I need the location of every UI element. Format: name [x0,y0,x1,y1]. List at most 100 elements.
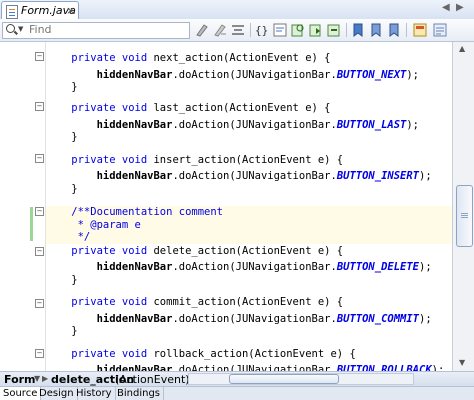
code-line[interactable]: } [46,274,452,287]
find-input[interactable] [25,23,189,36]
code-token: .doAction(JUNavigationBar. [172,119,337,131]
code-token: hiddenNavBar [96,313,173,325]
scroll-tabs-right-icon[interactable]: ▶ [456,2,464,13]
view-tabs: Source Design History Bindings [0,386,474,400]
vertical-scroll-thumb[interactable] [456,185,473,247]
scroll-up-icon[interactable]: ▲ [459,44,465,53]
code-token: BUTTON_COMMIT [336,313,419,325]
fold-toggle-icon[interactable]: − [35,349,44,358]
breadcrumb-class[interactable]: Form [4,373,36,386]
tab-form-java[interactable]: Form.java × [1,1,79,20]
code-token: } [46,183,78,195]
fold-toggle-icon[interactable]: − [35,247,44,256]
match-brace-icon[interactable]: {} [254,22,270,38]
close-icon[interactable]: × [66,4,75,17]
fold-toggle-icon[interactable]: − [35,52,44,61]
code-token: hiddenNavBar [96,119,173,131]
code-line[interactable]: } [46,131,452,144]
editor-tab-bar: Form.java × ◀ ▶ [0,0,474,20]
svg-text:{}: {} [255,24,268,37]
tab-bindings[interactable]: Bindings [114,387,164,400]
code-token: next_action(ActionEvent e) { [147,52,331,64]
find-selection-icon[interactable] [326,22,342,38]
horizontal-scrollbar[interactable] [188,373,414,385]
code-line[interactable]: private void insert_action(ActionEvent e… [46,154,452,167]
code-token: rollback_action(ActionEvent e) { [147,348,356,360]
comment-icon[interactable] [194,22,210,38]
code-token: private void [71,245,148,257]
code-token: * @param e [46,219,141,231]
bookmark-next-icon[interactable] [386,22,402,38]
code-token: hiddenNavBar [96,170,173,182]
fold-toggle-icon[interactable]: − [35,102,44,111]
toggle-highlight-icon[interactable] [272,22,288,38]
toolbar-separator [250,23,251,37]
chevron-down-icon[interactable]: ▼ [18,25,23,33]
fold-toggle-icon[interactable]: − [35,299,44,308]
code-line[interactable]: private void rollback_action(ActionEvent… [46,348,452,361]
bookmark-icon[interactable] [350,22,366,38]
code-token: BUTTON_LAST [336,119,407,131]
code-token: /**Documentation comment [46,206,224,218]
code-line[interactable]: /**Documentation comment [46,206,452,219]
code-line[interactable]: } [46,325,452,338]
code-token: } [46,131,78,143]
code-token: BUTTON_NEXT [336,69,407,81]
code-token: ); [419,261,432,273]
uncomment-icon[interactable] [212,22,228,38]
code-token: .doAction(JUNavigationBar. [172,364,337,371]
search-icon[interactable] [6,24,15,33]
code-token: ); [406,119,420,131]
code-token: insert_action(ActionEvent e) { [147,154,344,166]
code-line[interactable]: private void commit_action(ActionEvent e… [46,296,452,309]
vertical-scrollbar[interactable]: ▲ ▼ [452,42,474,371]
chevron-down-icon[interactable]: ▼ [34,374,40,383]
code-editor[interactable]: private void next_action(ActionEvent e) … [46,42,452,371]
find-prev-icon[interactable] [290,22,306,38]
tab-design[interactable]: Design [36,387,78,400]
diff-icon[interactable] [432,22,448,38]
scroll-down-icon[interactable]: ▼ [459,358,465,367]
chevron-right-icon: ▶ [42,374,49,383]
code-line[interactable]: private void last_action(ActionEvent e) … [46,102,452,115]
tab-history[interactable]: History [73,387,116,400]
fold-toggle-icon[interactable]: − [35,207,44,216]
horizontal-scroll-thumb[interactable] [229,374,339,384]
code-token: hiddenNavBar [96,261,173,273]
code-token: .doAction(JUNavigationBar. [172,69,337,81]
code-line[interactable]: */ [46,231,452,244]
code-line[interactable]: hiddenNavBar.doAction(JUNavigationBar.BU… [46,261,452,274]
code-token: private void [71,52,148,64]
code-line[interactable]: private void delete_action(ActionEvent e… [46,245,452,258]
code-token: } [46,274,78,286]
code-line[interactable]: } [46,183,452,196]
code-line[interactable]: private void next_action(ActionEvent e) … [46,52,452,65]
code-token: ); [431,364,445,371]
code-line[interactable]: } [46,81,452,94]
find-next-icon[interactable] [308,22,324,38]
bookmark-prev-icon[interactable] [368,22,384,38]
macro-record-icon[interactable] [412,22,428,38]
format-icon[interactable] [230,22,246,38]
toolbar-separator [406,23,407,37]
code-token: BUTTON_DELETE [336,261,419,273]
code-line[interactable]: hiddenNavBar.doAction(JUNavigationBar.BU… [46,364,452,371]
code-line[interactable]: hiddenNavBar.doAction(JUNavigationBar.BU… [46,170,452,183]
code-token: BUTTON_ROLLBACK [336,364,432,371]
code-token: delete_action(ActionEvent e) { [147,245,344,257]
toolbar-separator [346,23,347,37]
scroll-tabs-left-icon[interactable]: ◀ [442,2,450,13]
code-token: } [46,81,78,93]
code-token: private void [71,154,148,166]
code-token: last_action(ActionEvent e) { [147,102,331,114]
change-marker [30,207,33,241]
code-token: BUTTON_INSERT [336,170,419,182]
fold-toggle-icon[interactable]: − [35,154,44,163]
code-token: ); [419,170,432,182]
